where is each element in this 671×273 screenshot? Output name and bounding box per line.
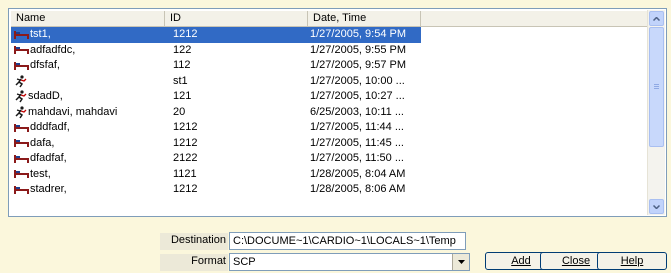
column-header-id[interactable]: ID	[165, 11, 308, 26]
bed-icon	[14, 185, 30, 195]
cell-name: tst1,	[11, 27, 165, 43]
column-header-name[interactable]: Name	[11, 11, 165, 26]
cell-name: dafa,	[11, 136, 165, 152]
cell-date: 6/25/2003, 10:11 ...	[310, 105, 404, 118]
scroll-up-button[interactable]	[649, 11, 664, 26]
cell-name: dfsfaf,	[11, 58, 165, 74]
cell-id: 1121	[173, 167, 197, 180]
thumb-grip	[654, 86, 659, 87]
cell-name: test,	[11, 167, 165, 183]
name-text: adfadfdc,	[30, 43, 76, 56]
cell-date: 1/27/2005, 10:00 ...	[310, 74, 405, 87]
cell-id: 1212	[173, 183, 198, 195]
cell-id: st1	[173, 74, 188, 87]
cell-id: 2122	[173, 152, 198, 164]
cell-date: 1/27/2005, 11:50 ...	[310, 152, 404, 164]
list-item[interactable]: sdadD, 121 1/27/2005, 10:27 ...	[11, 89, 648, 105]
list-rows: tst1, 1212 1/27/2005, 9:54 PM adfadfdc, 122 1…	[11, 27, 648, 198]
list-item[interactable]: dfadfaf, 2122 1/27/2005, 11:50 ...	[11, 151, 648, 167]
list-header: Name ID Date, Time	[11, 11, 648, 27]
list-item[interactable]: stadrer, 1212 1/28/2005, 8:06 AM	[11, 182, 648, 198]
list-item[interactable]: dfsfaf, 112 1/27/2005, 9:57 PM	[11, 58, 648, 74]
bed-icon	[14, 123, 30, 133]
name-text: sdadD,	[28, 90, 63, 103]
bed-icon	[14, 169, 30, 179]
bed-icon	[14, 30, 30, 40]
bed-icon	[14, 45, 30, 55]
bed-icon	[14, 154, 30, 164]
cell-name: dfadfaf,	[11, 151, 165, 167]
cell-name	[11, 74, 165, 90]
name-text: dfadfaf,	[30, 152, 67, 165]
list-item[interactable]: adfadfdc, 122 1/27/2005, 9:55 PM	[11, 43, 648, 59]
cell-date: 1/28/2005, 8:04 AM	[310, 167, 406, 180]
cell-id: 1212	[173, 121, 198, 133]
thumb-grip	[654, 88, 659, 89]
destination-label: Destination	[170, 234, 226, 246]
cell-date: 1/27/2005, 9:57 PM	[310, 59, 407, 71]
cell-name: adfadfdc,	[11, 43, 165, 59]
list-item[interactable]: tst1, 1212 1/27/2005, 9:54 PM	[11, 27, 648, 43]
cell-date: 1/27/2005, 11:45 ...	[310, 136, 404, 149]
vertical-scrollbar[interactable]	[647, 10, 665, 215]
destination-field[interactable]: C:\DOCUME~1\CARDIO~1\LOCALS~1\Temp	[229, 232, 466, 250]
chevron-down-icon	[653, 204, 660, 209]
name-text: mahdavi, mahdavi	[28, 105, 118, 118]
cell-id: 20	[173, 105, 186, 118]
cell-date: 1/27/2005, 11:44 ...	[310, 121, 404, 133]
thumb-grip	[654, 84, 659, 85]
list-item[interactable]: mahdavi, mahdavi 20 6/25/2003, 10:11 ...	[11, 105, 648, 121]
cell-name: mahdavi, mahdavi	[11, 105, 165, 121]
list-item[interactable]: dafa, 1212 1/27/2005, 11:45 ...	[11, 136, 648, 152]
cell-date: 1/27/2005, 9:55 PM	[310, 43, 407, 56]
name-text: tst1,	[30, 27, 51, 43]
cell-id: 122	[173, 43, 192, 56]
format-selected-value: SCP	[233, 256, 256, 268]
cell-name: dddfadf,	[11, 120, 165, 136]
cell-date: 1/27/2005, 9:54 PM	[308, 27, 421, 43]
cell-id: 121	[173, 90, 192, 102]
chevron-down-icon	[457, 260, 465, 264]
cell-date: 1/28/2005, 8:06 AM	[310, 183, 406, 195]
help-button[interactable]: Help	[597, 252, 667, 270]
cell-date: 1/27/2005, 10:27 ...	[310, 90, 405, 102]
cell-id: 1212	[165, 27, 308, 43]
list-item[interactable]: dddfadf, 1212 1/27/2005, 11:44 ...	[11, 120, 648, 136]
column-header-filler	[421, 11, 648, 26]
format-dropdown-button[interactable]	[452, 254, 469, 270]
name-text: dddfadf,	[30, 121, 70, 134]
cell-id: 112	[173, 59, 191, 71]
scroll-thumb[interactable]	[649, 27, 664, 147]
bed-icon	[14, 138, 30, 148]
list-item[interactable]: test, 1121 1/28/2005, 8:04 AM	[11, 167, 648, 183]
list-item[interactable]: st1 1/27/2005, 10:00 ...	[11, 74, 648, 90]
runner-icon	[14, 106, 28, 119]
record-list[interactable]: Name ID Date, Time tst1, 1212 1/27/2005, 9…	[8, 8, 667, 217]
cell-name: sdadD,	[11, 89, 165, 105]
format-select[interactable]: SCP	[229, 253, 470, 271]
scroll-down-button[interactable]	[649, 199, 664, 214]
name-text: dafa,	[30, 136, 55, 149]
column-header-date[interactable]: Date, Time	[308, 11, 421, 26]
cell-name: stadrer,	[11, 182, 165, 198]
runner-icon	[14, 90, 28, 103]
name-text: dfsfaf,	[30, 59, 60, 72]
bed-icon	[14, 61, 30, 71]
name-text: stadrer,	[30, 183, 67, 196]
runner-icon	[14, 75, 28, 88]
chevron-up-icon	[653, 16, 660, 21]
format-label: Format	[191, 255, 226, 267]
name-text: test,	[30, 167, 51, 180]
cell-id: 1212	[173, 136, 198, 149]
